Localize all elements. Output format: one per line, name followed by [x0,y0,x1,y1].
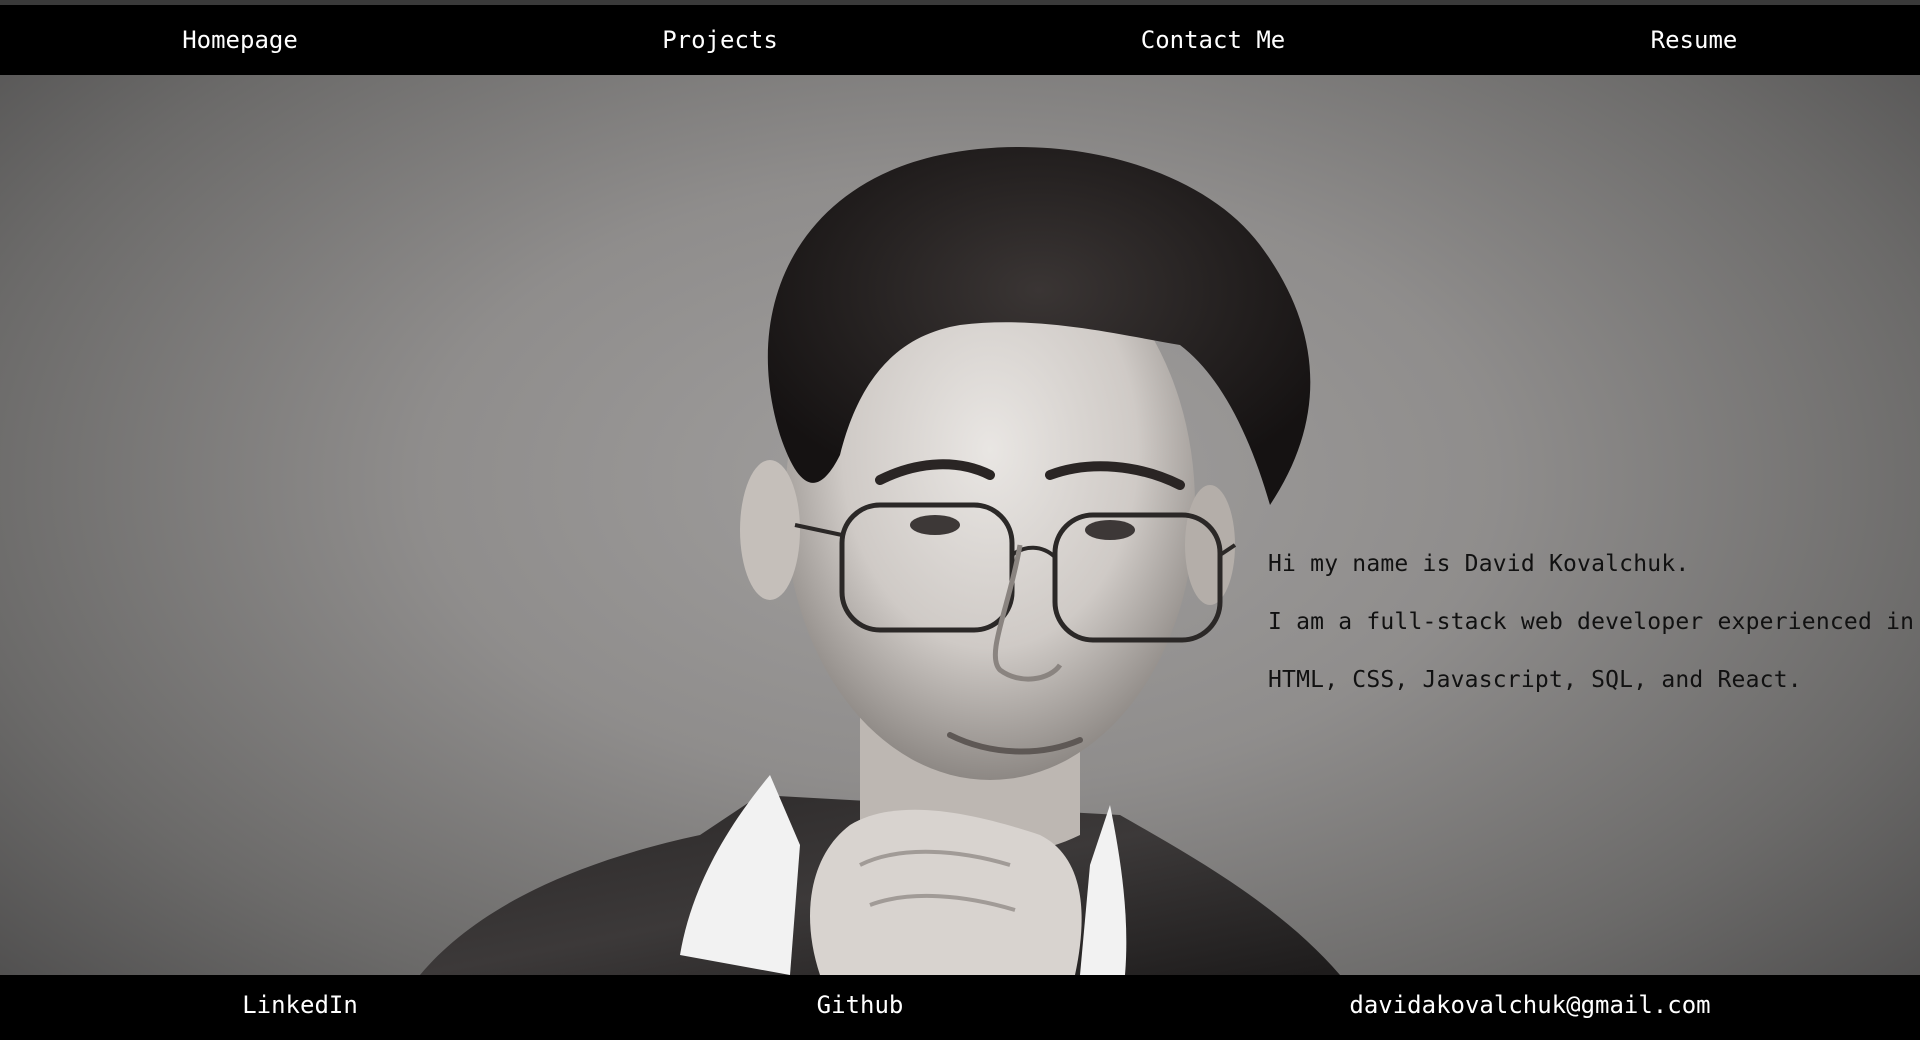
nav-contact-link[interactable]: Contact Me [1053,5,1373,75]
intro-line-skills: HTML, CSS, Javascript, SQL, and React. [1268,667,1802,693]
footer-linkedin-link[interactable]: LinkedIn [180,975,420,1040]
intro-line-role: I am a full-stack web developer experien… [1268,609,1915,635]
nav-homepage-link[interactable]: Homepage [80,5,400,75]
portfolio-page: Homepage Projects Contact Me Resume Hi m… [0,0,1920,1040]
nav-projects-link[interactable]: Projects [560,5,880,75]
nav-resume-link[interactable]: Resume [1534,5,1854,75]
footer-github-link[interactable]: Github [740,975,980,1040]
footer-email-link[interactable]: davidakovalchuk@gmail.com [1320,975,1740,1040]
portrait-photo [420,147,1340,975]
top-navbar: Homepage Projects Contact Me Resume [0,5,1920,75]
intro-text: Hi my name is David Kovalchuk. I am a fu… [1268,535,1915,709]
footer-bar: LinkedIn Github davidakovalchuk@gmail.co… [0,975,1920,1040]
intro-line-greeting: Hi my name is David Kovalchuk. [1268,551,1690,577]
hero-section: Hi my name is David Kovalchuk. I am a fu… [0,75,1920,975]
